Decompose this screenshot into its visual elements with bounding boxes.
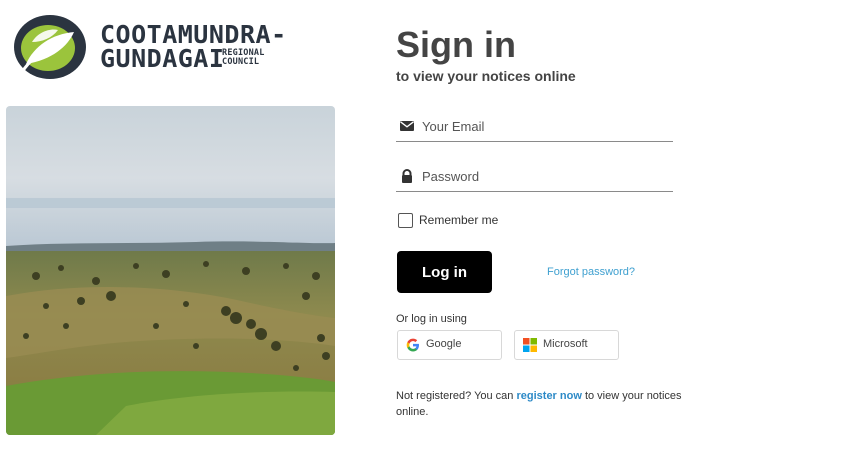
microsoft-label: Microsoft	[543, 338, 588, 350]
microsoft-icon	[523, 338, 537, 352]
register-now-link[interactable]: register now	[516, 390, 581, 402]
envelope-icon	[400, 119, 414, 133]
logo-sub-2: COUNCIL	[222, 57, 260, 67]
lock-icon	[400, 169, 414, 183]
or-login-label: Or log in using	[396, 313, 467, 325]
microsoft-login-button[interactable]: Microsoft	[514, 330, 619, 360]
remember-checkbox[interactable]	[398, 212, 413, 228]
sign-in-form: Sign in to view your notices online Reme…	[396, 0, 686, 457]
login-button[interactable]: Log in	[397, 251, 492, 293]
remember-me[interactable]: Remember me	[398, 211, 498, 229]
email-input[interactable]	[422, 116, 670, 136]
register-prompt: Not registered? You can register now to …	[396, 388, 686, 420]
logo-line-2: GUNDAGAI	[100, 44, 225, 73]
logo-regional-council: REGIONAL COUNCIL	[222, 49, 265, 67]
password-field[interactable]	[396, 163, 673, 192]
landscape-photo	[6, 106, 335, 435]
google-login-button[interactable]: Google	[397, 330, 502, 360]
remember-label[interactable]: Remember me	[419, 213, 498, 227]
page-title: Sign in	[396, 24, 516, 65]
forgot-password-link[interactable]: Forgot password?	[547, 266, 635, 278]
password-input[interactable]	[422, 166, 670, 186]
email-field[interactable]	[396, 113, 673, 142]
google-label: Google	[426, 338, 462, 350]
council-logo: COOTAMUNDRA- GUNDAGAI REGIONAL COUNCIL	[12, 12, 286, 82]
logo-wordmark: COOTAMUNDRA- GUNDAGAI REGIONAL COUNCIL	[100, 22, 286, 74]
register-text-before: Not registered? You can	[396, 390, 517, 402]
google-icon	[406, 338, 420, 352]
leaf-logo-icon	[12, 12, 92, 82]
page-subtitle: to view your notices online	[396, 68, 576, 84]
